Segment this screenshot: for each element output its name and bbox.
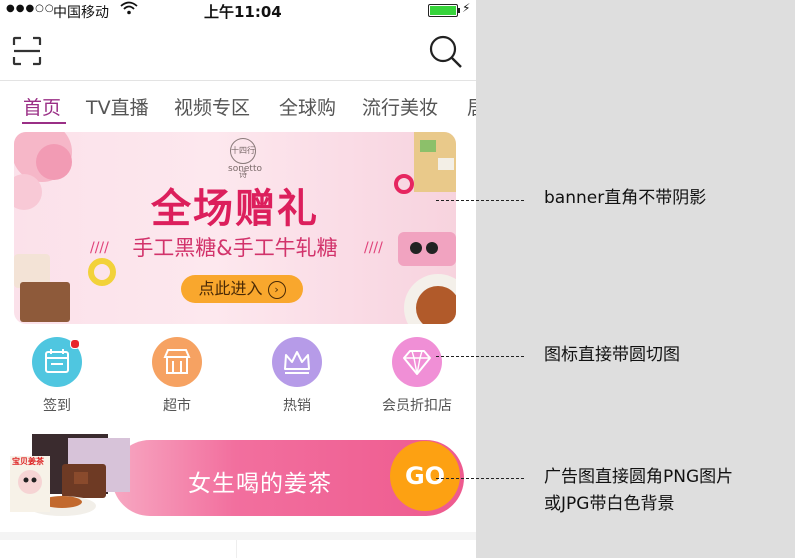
annotation-leader-banner: [436, 200, 524, 201]
icon-label: 签到: [43, 398, 71, 414]
diamond-icon: [392, 337, 442, 387]
calendar-icon: [32, 337, 82, 387]
search-icon[interactable]: [428, 34, 464, 70]
brand-logo: 十四行诗 sonetto: [228, 138, 262, 179]
signal-icon: ●●●○○: [6, 3, 55, 14]
tab-tv-live[interactable]: TV直播: [86, 93, 149, 120]
wifi-icon: [120, 0, 138, 20]
tab-home-living[interactable]: 居: [467, 93, 476, 120]
status-time: 上午11:04: [204, 3, 282, 21]
store-icon: [152, 337, 202, 387]
crown-icon: [272, 337, 322, 387]
ginger-tea-ad[interactable]: 宝贝姜茶 女生喝的姜茶 GO: [0, 426, 476, 528]
tab-home[interactable]: 首页: [23, 93, 61, 120]
top-header: [0, 22, 476, 81]
status-bar: ●●●○○ 中国移动 上午11:04 ⚡: [0, 0, 476, 22]
annotation-leader-icons: [436, 356, 524, 357]
checkin-entry[interactable]: 签到: [12, 337, 102, 415]
arrow-right-icon: ›: [267, 280, 286, 299]
phone-screen: ●●●○○ 中国移动 上午11:04 ⚡ 首页 TV直播 视频专区 全球购 流行…: [0, 0, 476, 558]
carrier-label: 中国移动: [53, 5, 109, 21]
tab-video[interactable]: 视频专区: [174, 93, 250, 120]
hot-sale-entry[interactable]: 热销: [252, 337, 342, 415]
ad-title: 女生喝的姜茶: [188, 471, 332, 497]
banner-subtitle: 手工黑糖&手工牛轧糖: [132, 236, 338, 260]
icon-label: 会员折扣店: [382, 398, 452, 414]
annotation-ad-line1: 广告图直接圆角PNG图片: [544, 467, 734, 487]
member-discount-entry[interactable]: 会员折扣店: [372, 337, 462, 415]
tab-global[interactable]: 全球购: [279, 93, 336, 120]
scan-icon[interactable]: [12, 36, 42, 66]
icon-label: 热销: [283, 398, 311, 414]
banner-title: 全场赠礼: [151, 186, 319, 232]
annotation-leader-ad: [436, 478, 524, 479]
annotation-ad-line2: 或JPG带白色背景: [544, 494, 675, 514]
annotation-banner: banner直角不带阴影: [544, 188, 707, 208]
charging-icon: ⚡: [462, 1, 471, 15]
section-divider: [0, 532, 476, 540]
tab-beauty[interactable]: 流行美妆: [362, 93, 438, 120]
icon-label: 超市: [163, 398, 191, 414]
battery-icon: [428, 4, 458, 17]
category-tabs: 首页 TV直播 视频专区 全球购 流行美妆 居: [0, 82, 476, 128]
notification-dot: [70, 339, 80, 349]
product-image: [10, 434, 130, 516]
card-divider: [236, 540, 237, 558]
promo-banner[interactable]: //// //// 十四行诗 sonetto 全场赠礼 手工黑糖&手工牛轧糖 点…: [14, 132, 456, 324]
go-button[interactable]: GO: [390, 441, 460, 511]
annotation-icons: 图标直接带圆切图: [544, 345, 680, 365]
product-label: 宝贝姜茶: [12, 457, 44, 466]
supermarket-entry[interactable]: 超市: [132, 337, 222, 415]
banner-enter-button[interactable]: 点此进入 ›: [181, 275, 303, 303]
active-tab-indicator: [22, 122, 66, 124]
